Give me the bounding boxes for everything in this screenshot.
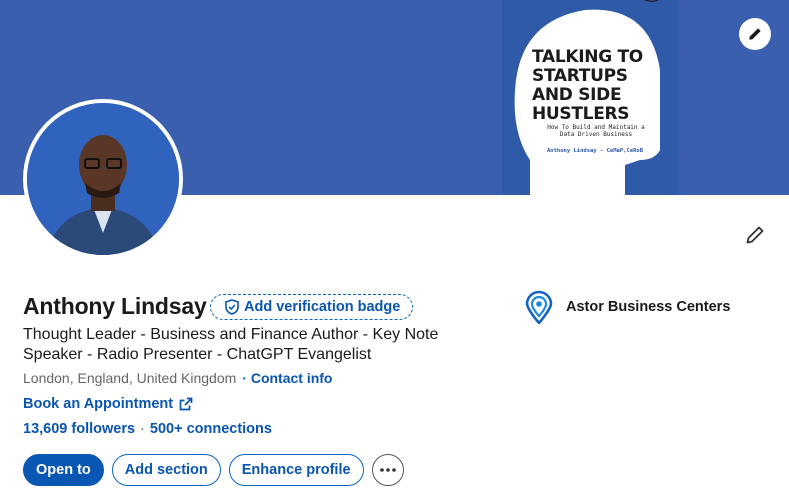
location-text: London, England, United Kingdom <box>23 370 237 386</box>
cover-subtitle: How To Build and Maintain a Data Driven … <box>547 124 645 138</box>
contact-info-link[interactable]: · Contact info <box>242 370 332 386</box>
appointment-label: Book an Appointment <box>23 396 174 412</box>
profile-headline: Thought Leader - Business and Finance Au… <box>23 326 439 363</box>
current-company[interactable]: Astor Business Centers <box>524 290 730 324</box>
pencil-icon <box>749 28 761 40</box>
edit-banner-button[interactable] <box>739 18 771 50</box>
edit-profile-button[interactable] <box>741 221 769 249</box>
enhance-profile-button[interactable]: Enhance profile <box>228 454 364 486</box>
profile-photo <box>27 103 179 255</box>
pencil-icon <box>746 226 764 244</box>
connections-link[interactable]: 500+ connections <box>150 421 272 437</box>
book-appointment-link[interactable]: Book an Appointment <box>23 396 193 412</box>
profile-name: Anthony Lindsay <box>23 293 207 319</box>
add-verification-badge-button[interactable]: Add verification badge <box>210 294 414 320</box>
ellipsis-icon <box>379 468 396 472</box>
cover-author: Anthony Lindsay - CeMaP,CeRoB <box>546 148 644 154</box>
profile-actions: Open to Add section Enhance profile <box>23 454 404 486</box>
book-cover-image: TALKING TO STARTUPS AND SIDE HUSTLERS Ho… <box>502 0 678 195</box>
open-to-button[interactable]: Open to <box>23 454 104 486</box>
person-photo-icon <box>27 103 179 255</box>
avatar[interactable] <box>23 99 183 259</box>
network-stats: 13,609 followers · 500+ connections <box>23 421 272 437</box>
company-logo-icon <box>525 290 553 324</box>
add-section-button[interactable]: Add section <box>111 454 221 486</box>
cover-title: TALKING TO STARTUPS AND SIDE HUSTLERS <box>532 47 643 124</box>
stats-separator: · <box>140 421 145 437</box>
shield-check-icon <box>225 299 239 315</box>
verification-label: Add verification badge <box>244 299 401 315</box>
company-name: Astor Business Centers <box>566 299 731 315</box>
more-actions-button[interactable] <box>371 454 404 486</box>
external-link-icon <box>179 397 193 411</box>
location-row: London, England, United Kingdom · Contac… <box>23 370 333 386</box>
followers-link[interactable]: 13,609 followers <box>23 421 135 437</box>
